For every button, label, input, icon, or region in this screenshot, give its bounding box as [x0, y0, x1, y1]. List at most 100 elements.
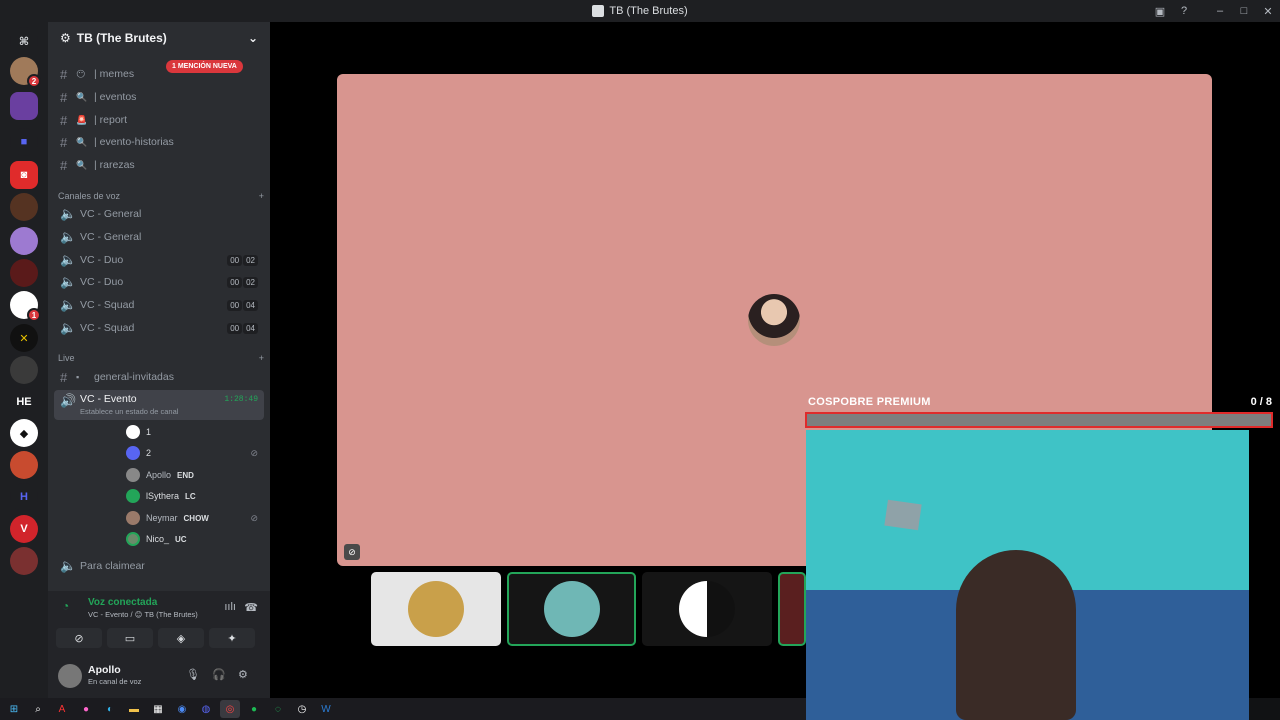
screen-share-button[interactable]: ▭ [107, 628, 153, 648]
user-limit: 00 04 [227, 299, 258, 311]
add-channel-icon[interactable]: + [259, 353, 264, 363]
voice-channel-duo-1[interactable]: 🔈 VC - Duo 00 02 [54, 250, 264, 270]
voice-member[interactable]: lSythera LC [126, 487, 196, 505]
muted-icon: ⊘ [250, 448, 258, 458]
microphone-icon[interactable]: 🎙 [186, 668, 200, 681]
server-numbered[interactable]: 1 [10, 291, 41, 322]
close-button[interactable]: ✕ [1256, 0, 1280, 22]
add-channel-icon[interactable]: + [259, 191, 264, 201]
hash-icon: # [60, 112, 68, 128]
start-icon[interactable]: ⊞ [4, 700, 24, 718]
speaker-icon: 🔈 [60, 558, 77, 573]
word-icon[interactable]: W [316, 700, 336, 718]
user-limit: 00 02 [227, 254, 258, 266]
hash-icon: # [60, 369, 68, 385]
channel-general-invitadas[interactable]: # ▪ general-invitadas [54, 367, 264, 387]
wall-picture [884, 499, 922, 531]
new-mention-badge[interactable]: 1 MENCIÓN NUEVA [166, 60, 243, 73]
noise-suppression-icon[interactable]: ıılı [224, 601, 236, 613]
store-icon[interactable]: ▦ [148, 700, 168, 718]
search-icon[interactable]: ⌕ [28, 700, 48, 718]
server-h[interactable]: H [10, 483, 38, 511]
channel-report[interactable]: # 🚨 | report [54, 110, 264, 130]
whatsapp-icon[interactable]: ◌ [268, 700, 288, 718]
minimize-button[interactable]: – [1208, 0, 1232, 22]
voice-member[interactable]: Apollo END [126, 466, 194, 484]
voice-channel-squad-1[interactable]: 🔈 VC - Squad 00 04 [54, 295, 264, 315]
voice-channel-general-2[interactable]: 🔈 VC - General [54, 227, 264, 247]
chrome-icon[interactable]: ◎ [220, 700, 240, 718]
activity-button[interactable]: ◈ [158, 628, 204, 648]
adobe-icon[interactable]: A [52, 700, 72, 718]
participant-tile[interactable] [507, 572, 636, 646]
webcam-feed [806, 430, 1249, 720]
server-he[interactable]: HE [10, 388, 38, 416]
help-icon[interactable]: ? [1172, 0, 1196, 22]
voice-channel-para-claimear[interactable]: 🔈 Para claimear [54, 556, 264, 576]
signal-icon: ◔ [62, 599, 70, 613]
participant-tile[interactable] [642, 572, 772, 646]
channel-status-hint[interactable]: Establece un estado de canal [80, 407, 178, 416]
inbox-icon[interactable]: ▣ [1148, 0, 1172, 22]
hash-icon: # [60, 89, 68, 105]
server-girl[interactable] [10, 547, 38, 575]
camera-off-button[interactable]: ⊘ [56, 628, 102, 648]
soundboard-button[interactable]: ✦ [209, 628, 255, 648]
user-limit: 00 04 [227, 322, 258, 334]
gear-icon[interactable]: ⚙ [238, 668, 248, 681]
server-landscape[interactable] [10, 356, 38, 384]
disconnect-icon[interactable]: ☎ [244, 601, 258, 614]
voice-member[interactable]: 1 [126, 423, 151, 441]
goal-progress-bar [805, 412, 1273, 428]
server-anime[interactable] [10, 227, 38, 255]
voice-channel-duo-2[interactable]: 🔈 VC - Duo 00 02 [54, 272, 264, 292]
clock-icon[interactable]: ◷ [292, 700, 312, 718]
server-v[interactable]: V [10, 515, 38, 543]
voice-status[interactable]: Voz conectada [88, 597, 157, 608]
channel-eventos[interactable]: # 🔍 | eventos [54, 87, 264, 107]
edge-icon[interactable]: ◐ [100, 700, 120, 718]
discord-icon[interactable]: ◍ [196, 700, 216, 718]
voice-member[interactable]: 2 [126, 444, 256, 462]
speaking-user-avatar[interactable] [748, 294, 800, 346]
voice-channel-general-1[interactable]: 🔈 VC - General [54, 204, 264, 224]
speaker-icon: 🔈 [60, 274, 77, 289]
server-purple[interactable] [10, 92, 38, 120]
server-dark[interactable] [10, 193, 38, 221]
channel-evento-historias[interactable]: # 🔍 | evento-historias [54, 132, 264, 152]
discord-home-icon[interactable]: ⌘ [10, 27, 38, 55]
voice-category[interactable]: Canales de voz + [58, 191, 264, 201]
goal-count: 0 / 8 [1250, 396, 1272, 408]
server-red[interactable]: ◙ [10, 161, 38, 189]
hash-icon: # [60, 157, 68, 173]
participant-tile[interactable] [371, 572, 501, 646]
avatar[interactable] [58, 664, 82, 688]
server-blue-dot[interactable]: ■ [10, 128, 38, 156]
voice-location[interactable]: VC - Evento / 😊 TB (The Brutes) [88, 610, 198, 619]
voice-member[interactable]: Nico_ UC [126, 530, 187, 548]
server-dog[interactable]: 2 [10, 57, 41, 88]
live-category[interactable]: Live + [58, 353, 264, 363]
color-icon[interactable]: ● [76, 700, 96, 718]
voice-member[interactable]: Neymar CHOW [126, 509, 209, 527]
avatar [679, 581, 735, 637]
server-rail: ⌘ 2 ■ ◙ 1 ✕ HE ◆ H V [0, 22, 48, 698]
guild-header[interactable]: ⚙ TB (The Brutes) ⌄ [48, 22, 270, 54]
maximize-button[interactable]: □ [1232, 0, 1256, 22]
participant-tile[interactable] [778, 572, 806, 646]
voice-channel-squad-2[interactable]: 🔈 VC - Squad 00 04 [54, 318, 264, 338]
headphones-icon[interactable]: 🎧 [212, 668, 226, 681]
muted-icon: ⊘ [250, 513, 258, 523]
hash-icon: # [60, 134, 68, 150]
files-icon[interactable]: ▬ [124, 700, 144, 718]
user-name[interactable]: Apollo [88, 664, 121, 676]
spotify-icon[interactable]: ● [244, 700, 264, 718]
server-colorful[interactable] [10, 451, 38, 479]
voice-channel-evento[interactable]: 🔊 VC - Evento Establece un estado de can… [54, 390, 264, 420]
browser-icon[interactable]: ◉ [172, 700, 192, 718]
server-diamond[interactable]: ◆ [10, 419, 38, 447]
user-panel: Apollo En canal de voz 🎙 🎧 ⚙ [48, 654, 270, 698]
server-red-figure[interactable] [10, 259, 38, 287]
server-x[interactable]: ✕ [10, 324, 38, 352]
channel-rarezas[interactable]: # 🔍 | rarezas [54, 155, 264, 175]
